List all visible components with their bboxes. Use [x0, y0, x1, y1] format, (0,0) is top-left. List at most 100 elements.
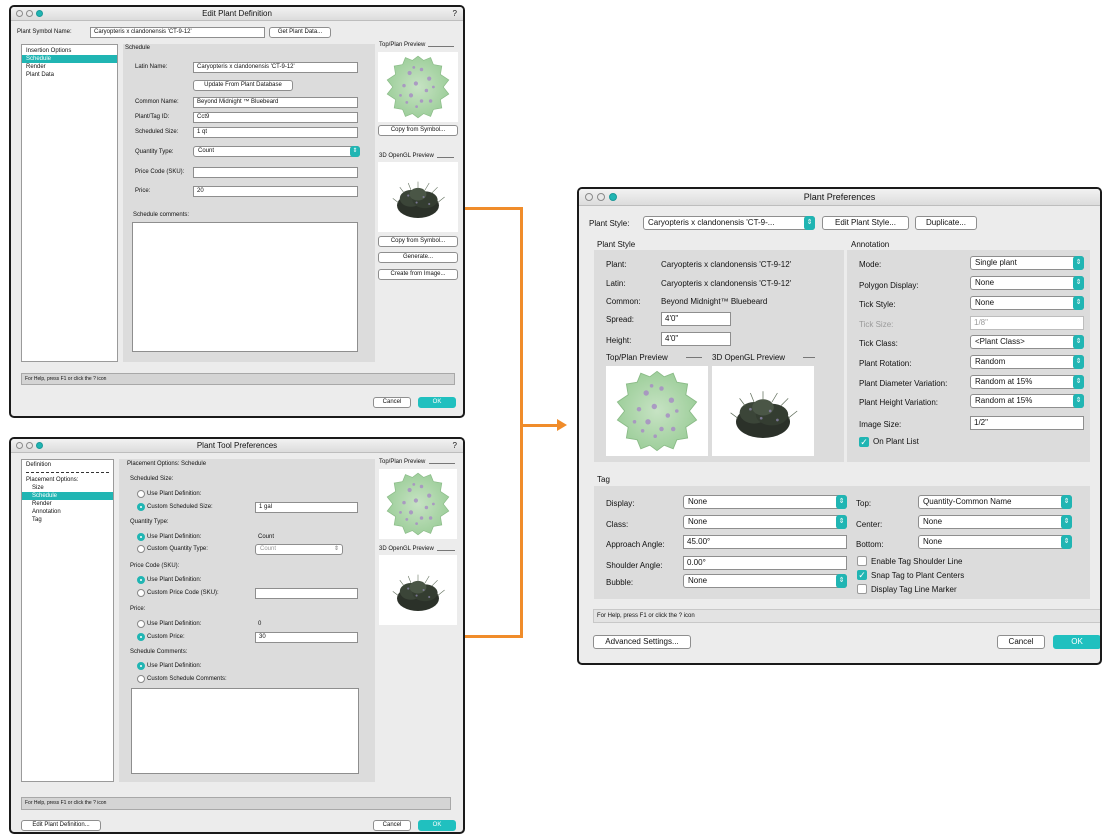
- schedule-comments-field[interactable]: [132, 222, 358, 352]
- cancel-button[interactable]: Cancel: [997, 635, 1045, 649]
- use-definition-radio-price[interactable]: [137, 620, 145, 628]
- bubble-value: None: [688, 576, 708, 585]
- display-value: None: [688, 497, 708, 506]
- mode-dropdown[interactable]: Single plant ⇕: [970, 256, 1084, 270]
- plant-tool-preferences-window: Plant Tool Preferences ? Definition Plac…: [9, 437, 465, 834]
- help-icon[interactable]: ?: [453, 439, 457, 453]
- update-from-plant-database-button[interactable]: Update From Plant Database: [193, 80, 293, 91]
- custom-price-code-field[interactable]: [255, 588, 358, 599]
- price-field[interactable]: 20: [193, 186, 358, 197]
- cancel-button[interactable]: Cancel: [373, 820, 411, 831]
- close-window-button[interactable]: [16, 10, 23, 17]
- category-schedule[interactable]: Schedule: [22, 55, 117, 63]
- spread-field[interactable]: 4'0": [661, 312, 731, 326]
- tick-size-field[interactable]: 1/8": [970, 316, 1084, 330]
- plant-rotation-dropdown[interactable]: Random ⇕: [970, 355, 1084, 369]
- tick-style-value: None: [975, 298, 995, 307]
- edit-plant-definition-button[interactable]: Edit Plant Definition...: [21, 820, 101, 831]
- on-plant-list-checkbox[interactable]: ✓: [859, 437, 869, 447]
- help-icon[interactable]: ?: [453, 7, 457, 21]
- enable-tag-shoulder-checkbox[interactable]: [857, 556, 867, 566]
- snap-tag-checkbox[interactable]: ✓: [857, 570, 867, 580]
- use-definition-radio-comments[interactable]: [137, 662, 145, 670]
- plant-tag-id-field[interactable]: Cct9: [193, 112, 358, 123]
- plant-symbol-name-field[interactable]: Caryopteris x clandonensis 'CT-9-12': [90, 27, 265, 38]
- latin-name-field[interactable]: Caryopteris x clandonensis 'CT-9-12': [193, 62, 358, 73]
- display-tag-line-marker-checkbox[interactable]: [857, 584, 867, 594]
- scheduled-size-field[interactable]: 1 qt: [193, 127, 358, 138]
- category-definition[interactable]: Definition: [22, 461, 113, 469]
- class-dropdown[interactable]: None ⇕: [683, 515, 847, 529]
- plant-preferences-window: Plant Preferences Plant Style: Caryopter…: [577, 187, 1102, 665]
- minimize-window-button[interactable]: [597, 193, 605, 201]
- custom-scheduled-size-label: Custom Scheduled Size:: [147, 504, 213, 510]
- bottom-dropdown[interactable]: None ⇕: [918, 535, 1072, 549]
- edit-plant-style-button[interactable]: Edit Plant Style...: [822, 216, 909, 230]
- tick-style-dropdown[interactable]: None ⇕: [970, 296, 1084, 310]
- ok-button[interactable]: OK: [1053, 635, 1100, 649]
- zoom-window-button[interactable]: [36, 442, 43, 449]
- generate-button[interactable]: Generate...: [378, 252, 458, 263]
- common-label: Common:: [606, 297, 641, 306]
- common-name-field[interactable]: Beyond Midnight ™ Bluebeard: [193, 97, 358, 108]
- close-window-button[interactable]: [16, 442, 23, 449]
- category-render[interactable]: Render: [22, 63, 117, 71]
- duplicate-button[interactable]: Duplicate...: [915, 216, 977, 230]
- category-tag[interactable]: Tag: [22, 516, 113, 524]
- placement-header: Placement Options: Schedule: [127, 461, 207, 467]
- height-field[interactable]: 4'0": [661, 332, 731, 346]
- center-dropdown[interactable]: None ⇕: [918, 515, 1072, 529]
- plant-diameter-variation-label: Plant Diameter Variation:: [859, 379, 948, 388]
- zoom-window-button[interactable]: [36, 10, 43, 17]
- custom-scheduled-size-field[interactable]: 1 gal: [255, 502, 358, 513]
- plant-height-variation-dropdown[interactable]: Random at 15% ⇕: [970, 394, 1084, 408]
- category-render[interactable]: Render: [22, 500, 113, 508]
- top-dropdown[interactable]: Quantity-Common Name ⇕: [918, 495, 1072, 509]
- tick-size-label: Tick Size:: [859, 320, 894, 329]
- copy-from-symbol-button-2[interactable]: Copy from Symbol...: [378, 236, 458, 247]
- bubble-dropdown[interactable]: None ⇕: [683, 574, 847, 588]
- cancel-button[interactable]: Cancel: [373, 397, 411, 408]
- custom-price-field[interactable]: 30: [255, 632, 358, 643]
- get-plant-data-button[interactable]: Get Plant Data...: [269, 27, 331, 38]
- create-from-image-button[interactable]: Create from Image...: [378, 269, 458, 280]
- category-size[interactable]: Size: [22, 484, 113, 492]
- custom-scheduled-size-radio[interactable]: [137, 503, 145, 511]
- category-annotation[interactable]: Annotation: [22, 508, 113, 516]
- zoom-window-button[interactable]: [609, 193, 617, 201]
- custom-quantity-type-dropdown[interactable]: Count ⇕: [255, 544, 343, 555]
- custom-comments-radio[interactable]: [137, 675, 145, 683]
- minimize-window-button[interactable]: [26, 10, 33, 17]
- custom-price-radio[interactable]: [137, 633, 145, 641]
- bubble-label: Bubble:: [606, 578, 634, 587]
- category-schedule[interactable]: Schedule: [22, 492, 113, 500]
- category-insertion-options[interactable]: Insertion Options: [22, 47, 117, 55]
- copy-from-symbol-button-1[interactable]: Copy from Symbol...: [378, 125, 458, 136]
- plant-style-value: Caryopteris x clandonensis 'CT-9-...: [648, 218, 775, 227]
- plant-diameter-variation-dropdown[interactable]: Random at 15% ⇕: [970, 375, 1084, 389]
- price-code-field[interactable]: [193, 167, 358, 178]
- use-definition-radio-qty[interactable]: [137, 533, 145, 541]
- minimize-window-button[interactable]: [26, 442, 33, 449]
- center-label: Center:: [856, 520, 883, 529]
- image-size-field[interactable]: 1/2": [970, 416, 1084, 430]
- polygon-display-dropdown[interactable]: None ⇕: [970, 276, 1084, 290]
- close-window-button[interactable]: [585, 193, 593, 201]
- plant-height-variation-label: Plant Height Variation:: [859, 398, 939, 407]
- quantity-type-dropdown[interactable]: Count ⇕: [193, 146, 360, 157]
- shoulder-angle-field[interactable]: 0.00°: [683, 556, 847, 570]
- use-definition-radio-size[interactable]: [137, 490, 145, 498]
- tick-class-dropdown[interactable]: <Plant Class> ⇕: [970, 335, 1084, 349]
- display-dropdown[interactable]: None ⇕: [683, 495, 847, 509]
- advanced-settings-button[interactable]: Advanced Settings...: [593, 635, 691, 649]
- plant-style-dropdown[interactable]: Caryopteris x clandonensis 'CT-9-... ⇕: [643, 216, 815, 230]
- mode-value: Single plant: [975, 258, 1017, 267]
- custom-price-code-radio[interactable]: [137, 589, 145, 597]
- ok-button[interactable]: OK: [418, 820, 456, 831]
- ok-button[interactable]: OK: [418, 397, 456, 408]
- use-definition-radio-price-code[interactable]: [137, 576, 145, 584]
- approach-angle-field[interactable]: 45.00°: [683, 535, 847, 549]
- category-plant-data[interactable]: Plant Data: [22, 71, 117, 79]
- custom-quantity-type-radio[interactable]: [137, 545, 145, 553]
- custom-comments-field[interactable]: [131, 688, 359, 774]
